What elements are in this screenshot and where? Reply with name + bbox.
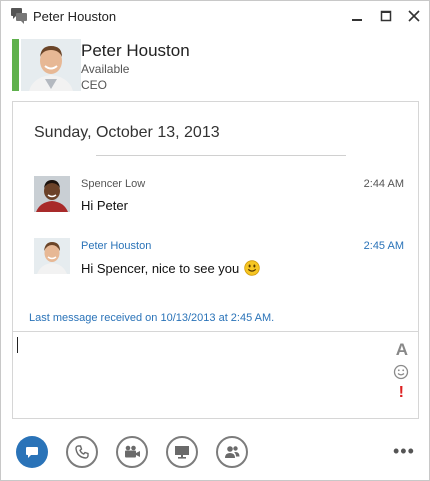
people-button[interactable] [216,436,248,468]
presence-indicator [12,39,19,91]
contact-status: Available [81,62,130,76]
message-time: 2:45 AM [363,240,404,252]
high-importance-button[interactable]: ! [399,384,404,402]
maximize-button[interactable] [375,5,397,27]
date-divider [96,155,346,156]
message-sender: Spencer Low [81,178,146,190]
maximize-icon [380,10,392,22]
conversation-window: Peter Houston Peter Houston Available CE… [0,0,430,481]
contact-title: CEO [81,78,108,92]
sender-avatar[interactable] [34,238,70,274]
message-item: Peter Houston 2:45 AM Hi Spencer, nice t… [34,238,404,278]
im-icon [26,447,38,458]
message-text: Hi Spencer, nice to see you [81,261,240,276]
close-button[interactable] [403,5,425,27]
smiley-icon [244,260,260,279]
present-button[interactable] [166,436,198,468]
minimize-icon [352,19,362,21]
message-sender: Peter Houston [81,240,152,252]
emoticon-button[interactable] [393,364,409,385]
conversation-date: Sunday, October 13, 2013 [34,124,220,141]
message-text-line: Hi Spencer, nice to see you [81,260,260,279]
minimize-button[interactable] [346,5,368,27]
more-options-button[interactable]: ••• [393,441,415,462]
present-icon [175,446,189,459]
message-text: Hi Peter [81,198,128,213]
contact-card[interactable]: Peter Houston Available CEO [12,39,422,95]
conversation-history[interactable]: Sunday, October 13, 2013 Spencer Low 2:4… [12,101,419,332]
last-message-status: Last message received on 10/13/2013 at 2… [29,312,275,324]
video-button[interactable] [116,436,148,468]
message-input[interactable] [17,334,381,416]
im-button[interactable] [16,436,48,468]
window-title: Peter Houston [33,9,117,24]
contact-avatar[interactable] [21,39,81,91]
title-bar[interactable]: Peter Houston [1,1,429,33]
video-icon [125,445,140,458]
people-icon [225,446,240,458]
close-icon [408,10,420,22]
contact-name: Peter Houston [81,41,190,60]
compose-area: A ! [12,331,419,419]
phone-button[interactable] [66,436,98,468]
message-time: 2:44 AM [363,178,404,190]
bottom-toolbar: ••• [1,427,429,481]
phone-icon [75,445,89,459]
message-item: Spencer Low 2:44 AM Hi Peter [34,176,404,216]
sender-avatar[interactable] [34,176,70,212]
lync-app-icon [10,7,28,25]
emoticon-icon [393,364,409,380]
font-button[interactable]: A [396,340,408,360]
